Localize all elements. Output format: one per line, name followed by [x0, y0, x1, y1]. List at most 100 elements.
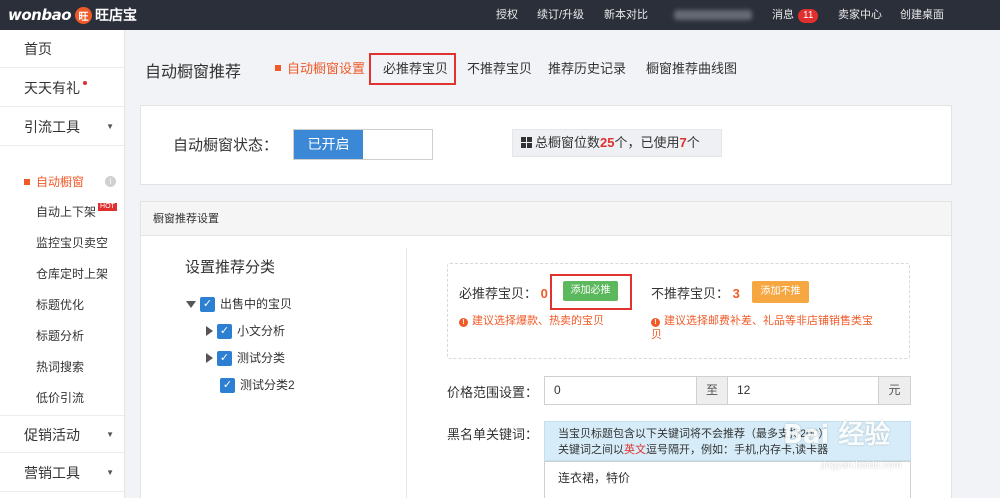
sidebar-subitem-auto-window[interactable]: 自动橱窗 i [0, 167, 124, 197]
price-to-label: 至 [696, 377, 728, 404]
must-recommend-label: 必推荐宝贝： 0 [459, 283, 548, 302]
hot-badge: HOT [98, 203, 117, 211]
page-title: 自动橱窗推荐 [145, 64, 242, 81]
sidebar-subitem-monitor-soldout[interactable]: 监控宝贝卖空 [0, 228, 124, 258]
blacklist-textarea[interactable]: 连衣裙，特价 [544, 461, 911, 498]
blacklist-label: 黑名单关键词： [447, 427, 539, 442]
nav-create-desktop[interactable]: 创建桌面 [900, 0, 944, 30]
not-recommend-label: 不推荐宝贝： 3 [651, 283, 740, 302]
expand-down-icon[interactable] [186, 300, 196, 308]
bl-line2-a: 关键词之间以 [558, 444, 624, 456]
sidebar-subitem-label: 标题优化 [36, 298, 85, 312]
add-not-button[interactable]: 添加不推 [752, 281, 809, 303]
tree-title: 设置推荐分类 [185, 259, 276, 276]
used-count: 7 [679, 135, 687, 150]
checkbox-checked-icon[interactable]: ✓ [200, 296, 215, 312]
divider [406, 248, 407, 498]
tab-label: 自动橱窗设置 [287, 61, 366, 76]
sidebar-item-home[interactable]: 首页 [0, 30, 124, 68]
logo[interactable]: wonbao 旺 旺店宝 [8, 5, 137, 25]
nav-messages[interactable]: 消息 11 [772, 0, 819, 30]
price-min-input[interactable]: 0 [545, 377, 696, 404]
total-count: 25 [600, 135, 615, 150]
not-tip: ! 建议选择邮费补差、礼品等非店铺销售类宝贝 [651, 314, 891, 342]
blacklist-info-line1: 当宝贝标题包含以下关键词将不会推荐（最多支持200） [558, 428, 830, 440]
blacklist-info-line2: 关键词之间以英文逗号隔开，例如：手机,内存卡,读卡器 [558, 442, 910, 458]
count-mid: 个，已使用 [614, 135, 680, 150]
nav-version-compare[interactable]: 新本对比 [604, 0, 648, 30]
tab-label: 橱窗推荐曲线图 [646, 61, 738, 76]
panel-title: 橱窗推荐设置 [141, 202, 951, 236]
recommend-box [447, 263, 910, 359]
sidebar-item-label: 营销工具 [24, 465, 80, 481]
toggle-on-label: 已开启 [294, 130, 363, 159]
messages-count-badge: 11 [798, 9, 819, 23]
sidebar-item-traffic-tools[interactable]: 引流工具 ▼ [0, 108, 124, 146]
tree-node-label: 出售中的宝贝 [220, 297, 293, 311]
price-max-input[interactable]: 12 [728, 377, 878, 404]
sidebar-subitem-warehouse-timer[interactable]: 仓库定时上架 [0, 259, 124, 289]
settings-panel: 橱窗推荐设置 设置推荐分类 ✓ 出售中的宝贝 ✓ 小文分析 ✓ 测试分类 ✓ 测… [140, 201, 952, 498]
sidebar-subitem-label: 低价引流 [36, 391, 85, 405]
must-tip: ! 建议选择爆款、热卖的宝贝 [459, 314, 604, 328]
not-count: 3 [732, 286, 740, 301]
sidebar-subitem-title-analysis[interactable]: 标题分析 [0, 321, 124, 351]
active-marker-icon [24, 179, 30, 185]
nav-renew-upgrade[interactable]: 续订/升级 [537, 0, 584, 30]
must-label-text: 必推荐宝贝： [459, 286, 538, 301]
sidebar: 首页 天天有礼 引流工具 ▼ 自动橱窗 i 自动上下架 HOT 监控宝贝卖空 仓库定时… [0, 30, 125, 498]
tab-auto-window-settings[interactable]: 自动橱窗设置 [275, 53, 365, 85]
new-dot-icon [83, 81, 87, 85]
not-tip-text: 建议选择邮费补差、礼品等非店铺销售类宝 [664, 315, 873, 327]
sidebar-subitem-label: 自动上下架 [36, 205, 97, 219]
sidebar-item-marketing[interactable]: 营销工具 ▼ [0, 454, 124, 492]
blurred-username [674, 10, 752, 20]
nav-authorize[interactable]: 授权 [496, 0, 518, 30]
sidebar-subitem-lowprice-traffic[interactable]: 低价引流 [0, 383, 124, 413]
status-panel: 自动橱窗状态： 已开启 总橱窗位数25个，已使用7个 [140, 105, 952, 185]
caret-down-icon: ▼ [106, 430, 114, 439]
sidebar-subitem-label: 热词搜索 [36, 360, 85, 374]
price-range-label: 价格范围设置： [447, 385, 539, 400]
tab-curve-chart[interactable]: 橱窗推荐曲线图 [646, 53, 737, 85]
sidebar-item-daily-gift[interactable]: 天天有礼 [0, 69, 124, 107]
active-tab-marker-icon [275, 65, 281, 71]
nav-seller-center[interactable]: 卖家中心 [838, 0, 882, 30]
alert-icon: ! [651, 318, 660, 327]
tree-node-label: 小文分析 [237, 324, 286, 338]
sidebar-item-promotions[interactable]: 促销活动 ▼ [0, 415, 124, 453]
tree-node-on-sale[interactable]: ✓ 出售中的宝贝 [186, 295, 292, 313]
auto-window-toggle[interactable]: 已开启 [293, 129, 433, 160]
count-suffix: 个 [686, 135, 700, 150]
tab-not-recommend[interactable]: 不推荐宝贝 [467, 53, 532, 85]
not-tip-text-wrap: 贝 [651, 329, 662, 341]
sidebar-subitem-label: 监控宝贝卖空 [36, 236, 109, 250]
bl-line2-b: 逗号隔开，例如：手机,内存卡,读卡器 [646, 444, 829, 456]
sidebar-subitem-label: 自动橱窗 [36, 175, 85, 189]
checkbox-checked-icon[interactable]: ✓ [217, 323, 232, 339]
expand-right-icon[interactable] [206, 326, 213, 336]
tree-node-xiaowen[interactable]: ✓ 小文分析 [206, 322, 285, 340]
checkbox-checked-icon[interactable]: ✓ [220, 377, 235, 393]
sidebar-subitem-hotword-search[interactable]: 热词搜索 [0, 352, 124, 382]
total-prefix: 总橱窗位数 [535, 135, 601, 150]
top-bar: wonbao 旺 旺店宝 授权 续订/升级 新本对比 消息 11 卖家中心 创建桌… [0, 0, 1000, 30]
checkbox-checked-icon[interactable]: ✓ [217, 350, 232, 366]
price-unit-label: 元 [878, 377, 910, 404]
sidebar-item-label: 促销活动 [24, 427, 80, 443]
tree-node-label: 测试分类 [237, 351, 286, 365]
info-icon[interactable]: i [105, 176, 116, 187]
logo-badge-icon: 旺 [75, 6, 93, 24]
tab-history[interactable]: 推荐历史记录 [548, 53, 626, 85]
price-range-group: 0 至 12 元 [544, 376, 911, 405]
sidebar-subitem-title-optimize[interactable]: 标题优化 [0, 290, 124, 320]
tree-node-test-category-2[interactable]: ✓ 测试分类2 [220, 376, 295, 394]
caret-down-icon: ▼ [106, 468, 114, 477]
caret-down-icon: ▼ [106, 122, 114, 131]
sidebar-item-label: 首页 [24, 41, 52, 57]
tree-node-test-category[interactable]: ✓ 测试分类 [206, 349, 285, 367]
sidebar-subitem-auto-listing[interactable]: 自动上下架 HOT [0, 197, 124, 227]
sidebar-subitem-label: 仓库定时上架 [36, 267, 109, 281]
sidebar-item-label: 天天有礼 [24, 80, 80, 96]
expand-right-icon[interactable] [206, 353, 213, 363]
